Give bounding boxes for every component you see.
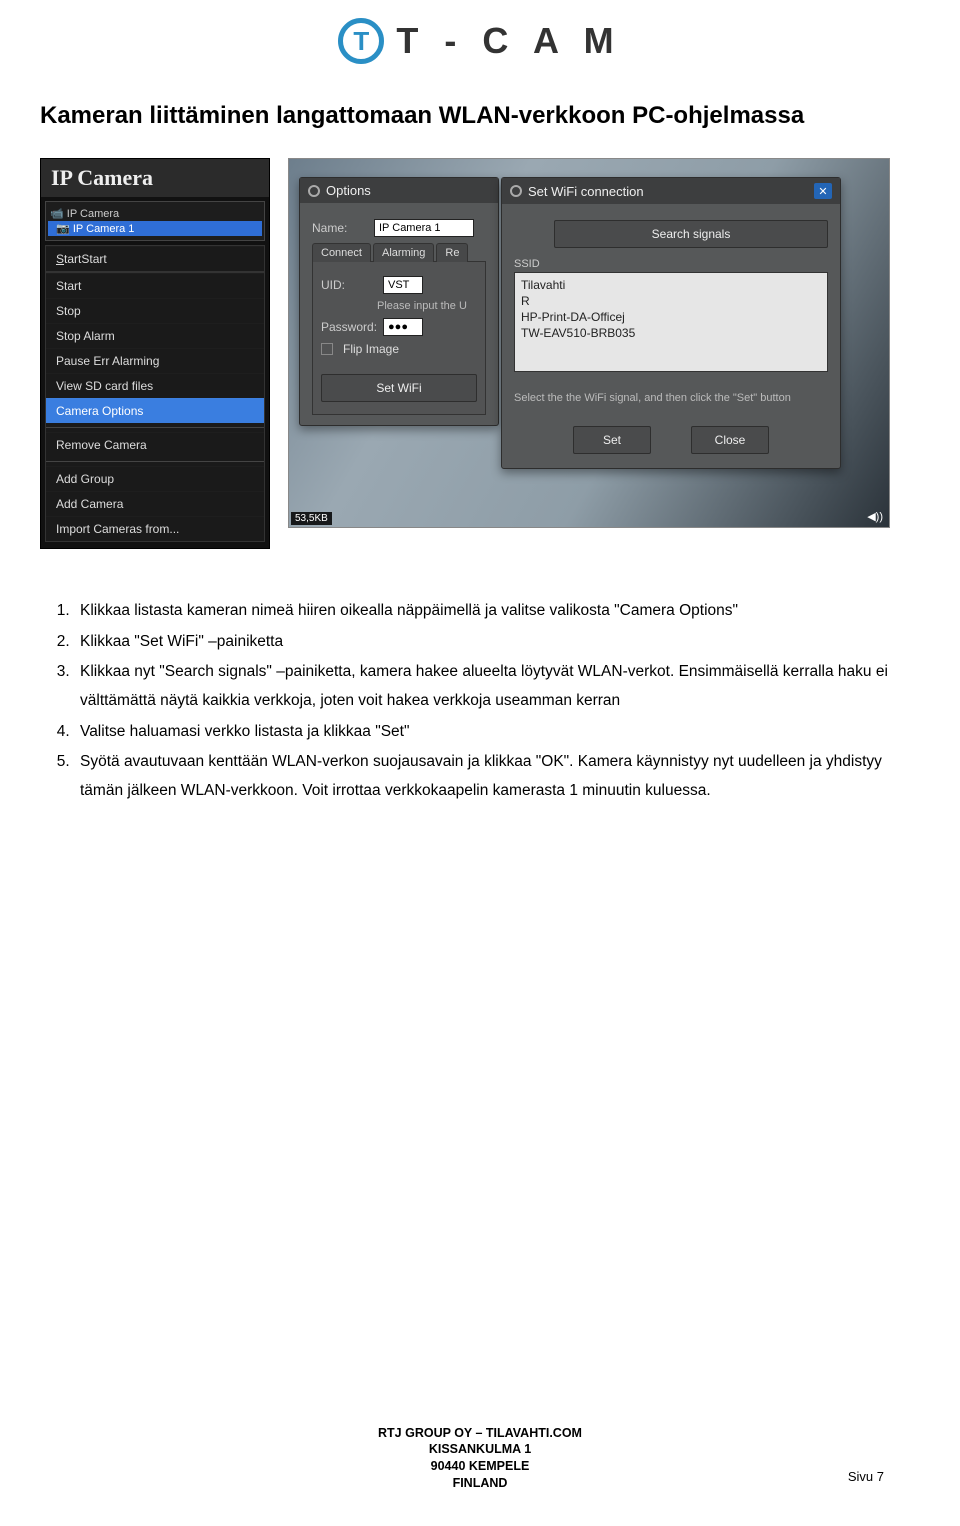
status-bitrate: 53,5KB [291, 512, 332, 525]
password-input[interactable] [383, 318, 423, 336]
tree-root-label: IP Camera [67, 208, 119, 220]
wifi-title-bar: Set WiFi connection ✕ [502, 178, 840, 204]
menu-separator [46, 461, 264, 462]
set-wifi-dialog: Set WiFi connection ✕ Search signals SSI… [501, 177, 841, 469]
app-title-bar: IP Camera [41, 159, 269, 197]
context-menu: StartStartStart [45, 245, 265, 272]
brand-name: T - C A M [396, 20, 621, 62]
volume-icon[interactable]: ◀)) [867, 510, 883, 523]
tab-connect[interactable]: Connect [312, 243, 371, 262]
flip-image-checkbox[interactable] [321, 343, 333, 355]
footer-address-1: KISSANKULMA 1 [0, 1441, 960, 1458]
set-button[interactable]: Set [573, 426, 651, 454]
ssid-header: SSID [514, 258, 828, 270]
menu-start[interactable]: StartStartStart [46, 246, 264, 271]
camera-tree: 📹 IP Camera 📷 IP Camera 1 [45, 201, 265, 241]
tree-root[interactable]: 📹 IP Camera [48, 206, 262, 221]
page-footer: RTJ GROUP OY – TILAVAHTI.COM KISSANKULMA… [0, 1425, 960, 1493]
menu-add-camera[interactable]: Add Camera [46, 491, 264, 516]
name-label: Name: [312, 221, 368, 235]
footer-country: FINLAND [0, 1475, 960, 1492]
menu-pause-err[interactable]: Pause Err Alarming [46, 348, 264, 373]
page-number: Sivu 7 [848, 1469, 884, 1484]
screenshot-row: IP Camera 📹 IP Camera 📷 IP Camera 1 Star… [40, 158, 890, 549]
menu-import-cameras[interactable]: Import Cameras from... [46, 516, 264, 541]
app-title: IP Camera [51, 165, 153, 191]
search-signals-button[interactable]: Search signals [554, 220, 828, 248]
options-title-bar: Options [300, 178, 498, 203]
page-title: Kameran liittäminen langattomaan WLAN-ve… [40, 102, 890, 130]
brand-header: T T - C A M [0, 0, 960, 74]
uid-input[interactable] [383, 276, 423, 294]
instruction-item: Klikkaa nyt "Search signals" –painiketta… [74, 658, 890, 715]
gear-icon [510, 185, 522, 197]
wifi-title: Set WiFi connection [528, 184, 644, 199]
context-menu-list: Start Stop Stop Alarm Pause Err Alarming… [45, 272, 265, 542]
ssid-item[interactable]: Tilavahti [519, 277, 823, 293]
menu-stop-alarm[interactable]: Stop Alarm [46, 323, 264, 348]
screenshot-wifi-dialogs: Options Name: Connect Alarming Re UID: [288, 158, 890, 528]
menu-remove-camera[interactable]: Remove Camera [46, 432, 264, 457]
menu-stop[interactable]: Stop [46, 298, 264, 323]
ssid-item[interactable]: R [519, 293, 823, 309]
menu-view-sd[interactable]: View SD card files [46, 373, 264, 398]
instruction-item: Klikkaa listasta kameran nimeä hiiren oi… [74, 597, 890, 626]
close-icon[interactable]: ✕ [814, 183, 832, 199]
instruction-item: Klikkaa "Set WiFi" –painiketta [74, 628, 890, 657]
tab-re[interactable]: Re [436, 243, 468, 262]
instruction-item: Syötä avautuvaan kenttään WLAN-verkon su… [74, 748, 890, 805]
options-tabs: Connect Alarming Re [312, 243, 486, 262]
instructions-list: Klikkaa listasta kameran nimeä hiiren oi… [74, 597, 890, 806]
gear-icon [308, 185, 320, 197]
footer-address-2: 90440 KEMPELE [0, 1458, 960, 1475]
tree-item-label: IP Camera 1 [73, 223, 135, 235]
flip-image-label: Flip Image [343, 342, 399, 356]
menu-camera-options[interactable]: Camera Options [46, 398, 264, 423]
options-title: Options [326, 183, 371, 198]
password-label: Password: [321, 320, 377, 334]
uid-hint: Please input the U [377, 300, 477, 312]
ssid-item[interactable]: TW-EAV510-BRB035 [519, 325, 823, 341]
uid-label: UID: [321, 278, 377, 292]
brand-logo-icon: T [338, 18, 384, 64]
name-input[interactable] [374, 219, 474, 237]
menu-start[interactable]: Start [46, 273, 264, 298]
menu-add-group[interactable]: Add Group [46, 466, 264, 491]
tab-alarming[interactable]: Alarming [373, 243, 434, 262]
tree-item-selected[interactable]: 📷 IP Camera 1 [48, 221, 262, 236]
ssid-item[interactable]: HP-Print-DA-Officej [519, 309, 823, 325]
ssid-list[interactable]: Tilavahti R HP-Print-DA-Officej TW-EAV51… [514, 272, 828, 372]
screenshot-context-menu: IP Camera 📹 IP Camera 📷 IP Camera 1 Star… [40, 158, 270, 549]
close-button[interactable]: Close [691, 426, 769, 454]
set-wifi-button[interactable]: Set WiFi [321, 374, 477, 402]
instruction-item: Valitse haluamasi verkko listasta ja kli… [74, 718, 890, 747]
footer-company: RTJ GROUP OY – TILAVAHTI.COM [0, 1425, 960, 1442]
wifi-hint: Select the the WiFi signal, and then cli… [514, 392, 828, 404]
options-dialog: Options Name: Connect Alarming Re UID: [299, 177, 499, 426]
menu-separator [46, 427, 264, 428]
